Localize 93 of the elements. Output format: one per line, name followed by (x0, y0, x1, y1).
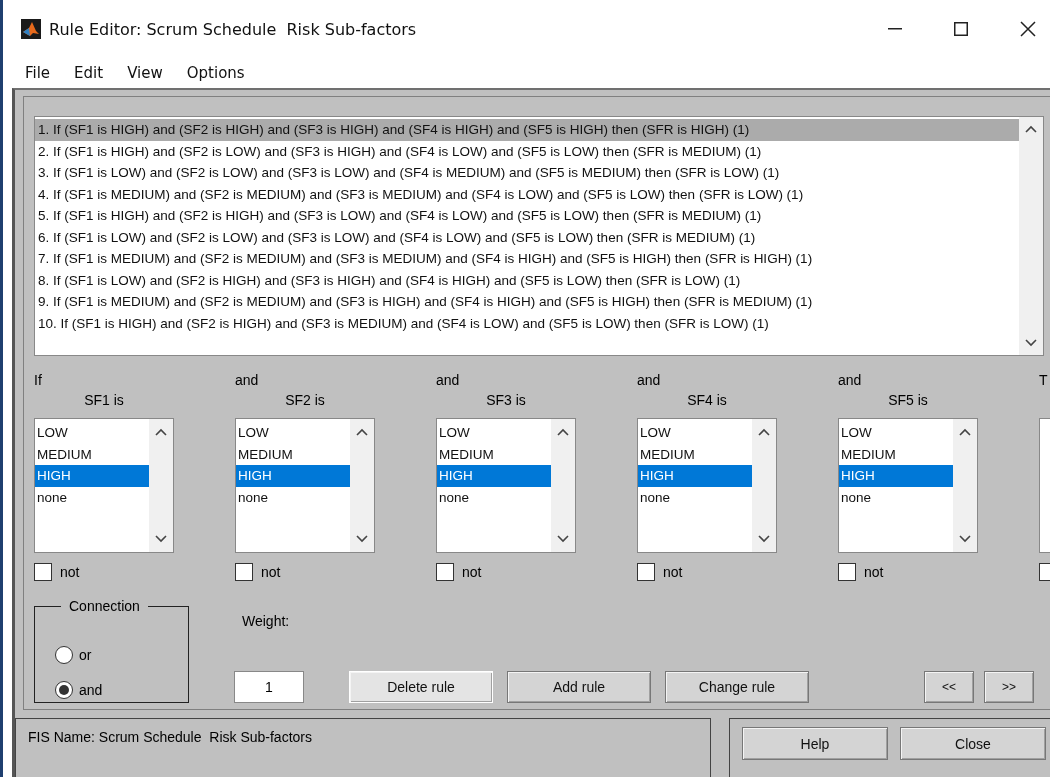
not-label: not (663, 564, 683, 580)
connector-label: If (34, 372, 42, 390)
scroll-down-icon[interactable] (356, 535, 368, 543)
scroll-down-icon[interactable] (155, 535, 167, 543)
list-option[interactable]: LOW (437, 422, 551, 444)
group-title: Connection (61, 598, 148, 614)
list-option[interactable]: MEDIUM (437, 443, 551, 465)
rule-item[interactable]: 1. If (SF1 is HIGH) and (SF2 is HIGH) and (SF3 is HIGH) and (SF4 is HIGH) and (SF5 is HIGH) then (SFR is HIGH) (1) (35, 119, 1019, 141)
minimize-icon[interactable] (888, 28, 902, 30)
scroll-up-icon[interactable] (959, 428, 971, 436)
not-label: not (864, 564, 884, 580)
menu-item[interactable]: Options (186, 64, 245, 82)
list-option[interactable]: MEDIUM (236, 443, 350, 465)
membership-listbox[interactable]: LOW MEDIUM HIGH none (637, 418, 777, 553)
scroll-down-icon[interactable] (758, 535, 770, 543)
maximize-icon[interactable] (954, 22, 968, 36)
list-option[interactable]: HIGH (35, 465, 149, 487)
not-label: not (261, 564, 281, 580)
rule-item[interactable]: 7. If (SF1 is MEDIUM) and (SF2 is MEDIUM) and (SF3 is MEDIUM) and (SF4 is HIGH) and (SF5 is HIGH) then (SFR is HIGH) (1) (35, 248, 1019, 270)
rule-button[interactable]: Change rule (665, 671, 809, 703)
variable-label: SF4 is (687, 392, 727, 408)
connector-label: and (637, 372, 661, 390)
list-option[interactable]: LOW (236, 422, 350, 444)
list-option[interactable]: MEDIUM (839, 443, 953, 465)
footer-button[interactable]: Close (900, 727, 1046, 760)
menu-item[interactable]: Edit (74, 64, 104, 82)
list-option[interactable]: LOW (839, 422, 953, 444)
rule-item[interactable]: 3. If (SF1 is LOW) and (SF2 is LOW) and (SF3 is LOW) and (SF4 is MEDIUM) and (SF5 is MEDIUM) then (SFR is LOW) (1) (35, 162, 1019, 184)
radio-button[interactable] (55, 645, 73, 664)
membership-listbox[interactable]: LOW MEDIUM HIGH none (34, 418, 174, 553)
scroll-up-icon[interactable] (155, 428, 167, 436)
list-option[interactable]: MEDIUM (35, 443, 149, 465)
rule-button[interactable]: Add rule (507, 671, 651, 703)
membership-listbox[interactable]: LOW MEDIUM HIGH none (436, 418, 576, 553)
connector-label: T (1039, 372, 1048, 390)
app-icon (21, 19, 41, 39)
radio-button[interactable] (55, 680, 73, 699)
radio-label: or (79, 646, 92, 663)
rule-item[interactable]: 6. If (SF1 is LOW) and (SF2 is LOW) and (SF3 is LOW) and (SF4 is LOW) and (SF5 is LOW) then (SFR is MEDIUM) (1) (35, 226, 1019, 248)
scroll-down-icon[interactable] (1025, 339, 1037, 347)
rule-item[interactable]: 8. If (SF1 is LOW) and (SF2 is HIGH) and (SF3 is HIGH) and (SF4 is HIGH) and (SF5 is LOW) then (SFR is LOW) (1) (35, 269, 1019, 291)
rule-button[interactable]: Delete rule (349, 671, 493, 703)
list-option[interactable]: LOW (638, 422, 752, 444)
list-option[interactable]: none (236, 486, 350, 508)
not-label: not (60, 564, 80, 580)
scroll-up-icon[interactable] (758, 428, 770, 436)
variable-label: SF1 is (84, 392, 124, 408)
scroll-up-icon[interactable] (356, 428, 368, 436)
scroll-up-icon[interactable] (557, 428, 569, 436)
rule-item[interactable]: 2. If (SF1 is HIGH) and (SF2 is LOW) and (SF3 is HIGH) and (SF4 is LOW) and (SF5 is LOW) then (SFR is MEDIUM) (1) (35, 140, 1019, 162)
variable-label: SF3 is (486, 392, 526, 408)
radio-label: and (79, 681, 103, 698)
list-option[interactable]: HIGH (839, 465, 953, 487)
not-label: not (462, 564, 482, 580)
rule-item[interactable]: 10. If (SF1 is HIGH) and (SF2 is HIGH) and (SF3 is MEDIUM) and (SF4 is LOW) and (SF5 is LOW) then (SFR is LOW) (1) (35, 312, 1019, 334)
rule-item[interactable]: 9. If (SF1 is MEDIUM) and (SF2 is MEDIUM) and (SF3 is HIGH) and (SF4 is HIGH) and (SF5 is HIGH) then (SFR is MEDIUM) (1) (35, 291, 1019, 313)
connector-label: and (235, 372, 259, 390)
list-option[interactable]: HIGH (236, 465, 350, 487)
close-icon[interactable] (1020, 21, 1036, 37)
nav-button[interactable]: << (924, 671, 974, 703)
rule-item[interactable]: 5. If (SF1 is HIGH) and (SF2 is HIGH) and (SF3 is LOW) and (SF4 is LOW) and (SF5 is LOW) then (SFR is MEDIUM) (1) (35, 205, 1019, 227)
list-option[interactable]: HIGH (638, 465, 752, 487)
not-checkbox[interactable] (637, 563, 655, 581)
menu-item[interactable]: View (127, 64, 163, 82)
connector-label: and (436, 372, 460, 390)
list-option[interactable]: none (35, 486, 149, 508)
list-option[interactable]: HIGH (437, 465, 551, 487)
membership-listbox[interactable]: LOW MEDIUM HIGH none (235, 418, 375, 553)
not-checkbox[interactable] (34, 563, 52, 581)
not-checkbox[interactable] (436, 563, 454, 581)
list-option[interactable]: none (638, 486, 752, 508)
membership-listbox[interactable]: LOW MEDIUM HIGH none (838, 418, 978, 553)
variable-label: SF2 is (285, 392, 325, 408)
scroll-down-icon[interactable] (959, 535, 971, 543)
fis-name: FIS Name: Scrum Schedule Risk Sub-factors (28, 729, 312, 745)
variable-label: SF5 is (888, 392, 928, 408)
scroll-down-icon[interactable] (557, 535, 569, 543)
weight-label: Weight: (242, 613, 291, 629)
connector-label: and (838, 372, 862, 390)
menu-item[interactable]: File (25, 64, 51, 82)
list-option[interactable]: none (437, 486, 551, 508)
rule-list[interactable] (34, 116, 1044, 356)
footer-button[interactable]: Help (742, 727, 888, 760)
weight-field[interactable]: 1 (234, 671, 304, 703)
window-title: Rule Editor: Scrum Schedule Risk Sub-factors (49, 19, 417, 39)
list-option[interactable]: none (839, 486, 953, 508)
list-option[interactable]: LOW (35, 422, 149, 444)
scroll-up-icon[interactable] (1025, 125, 1037, 133)
list-option[interactable]: MEDIUM (638, 443, 752, 465)
not-checkbox[interactable] (235, 563, 253, 581)
not-checkbox[interactable] (838, 563, 856, 581)
rule-item[interactable]: 4. If (SF1 is MEDIUM) and (SF2 is MEDIUM) and (SF3 is MEDIUM) and (SF4 is LOW) and (SF5 is LOW) then (SFR is LOW) (1) (35, 183, 1019, 205)
nav-button[interactable]: >> (984, 671, 1034, 703)
